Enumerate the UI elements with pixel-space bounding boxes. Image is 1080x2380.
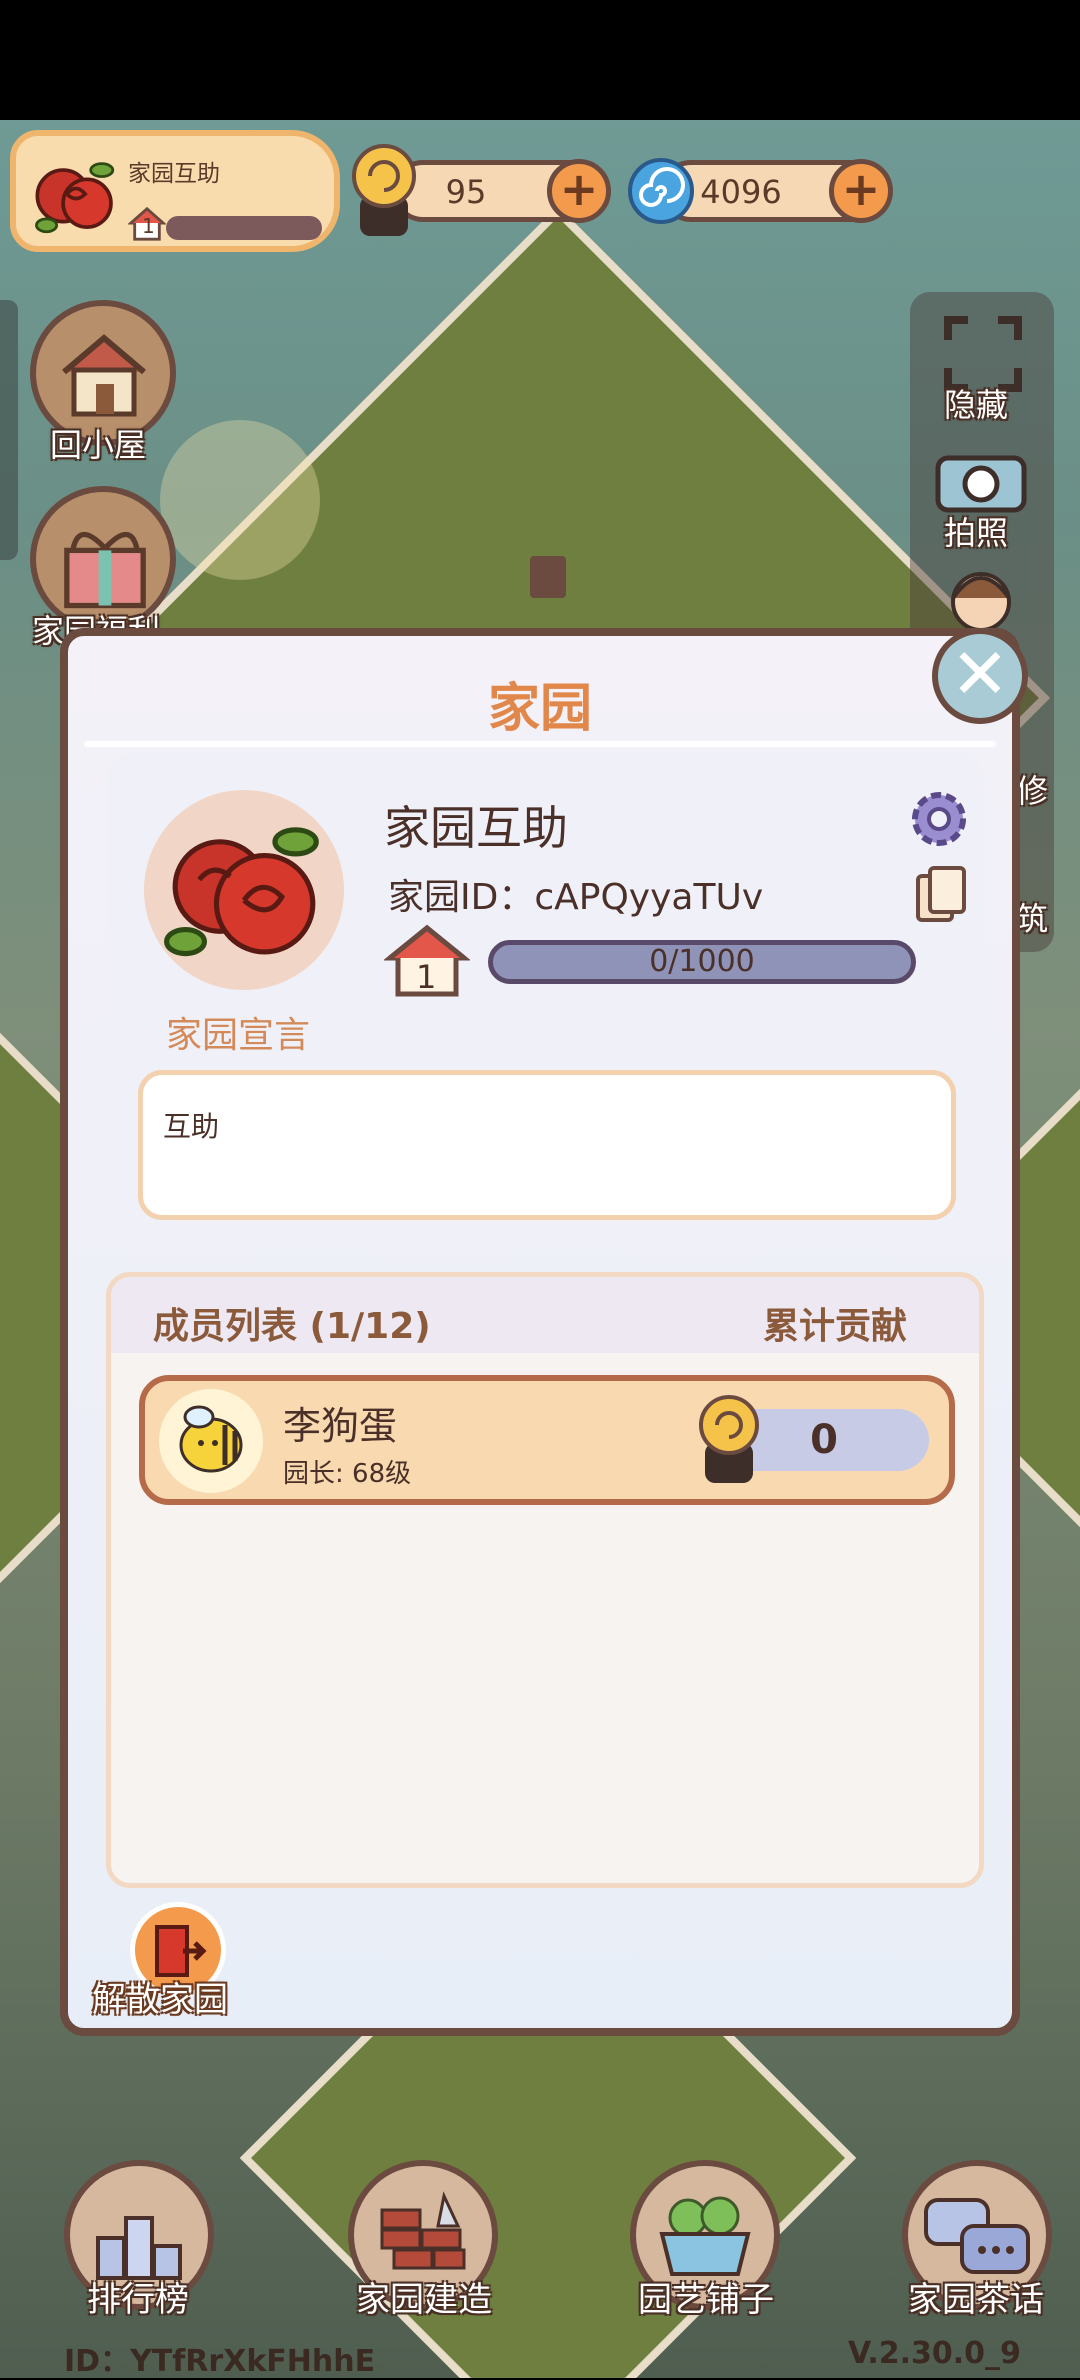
nav-chat-label: 家园茶话 bbox=[908, 2280, 1044, 2320]
add-spiral-coin-button[interactable]: + bbox=[829, 159, 893, 223]
sun-glow bbox=[160, 420, 320, 580]
rose-icon bbox=[35, 162, 115, 234]
copy-icon[interactable] bbox=[914, 864, 968, 924]
home-dialog: 家园 家园互助 家园ID：cAPQyyaTUv 1 0/1000 家园宣言 互助… bbox=[60, 628, 1020, 2036]
declaration-box[interactable]: 互助 bbox=[138, 1070, 956, 1220]
bee-icon bbox=[179, 1405, 243, 1473]
photo-label: 拍照 bbox=[944, 514, 1009, 552]
trophy-podium-icon bbox=[96, 2216, 182, 2280]
brick-trowel-icon bbox=[380, 2191, 466, 2270]
nav-ranking-label: 排行榜 bbox=[87, 2280, 189, 2320]
version-label: V.2.30.0_9 bbox=[848, 2336, 1021, 2371]
nav-build-label: 家园建造 bbox=[356, 2280, 492, 2320]
house-icon bbox=[62, 334, 146, 417]
home-name-title: 家园互助 bbox=[384, 801, 568, 855]
decorate-label: 修 bbox=[1016, 772, 1049, 810]
chat-bubbles-icon bbox=[924, 2198, 1030, 2274]
home-level: 1 bbox=[416, 958, 437, 996]
home-exp-bar: 0/1000 bbox=[488, 940, 916, 984]
home-level: 1 bbox=[142, 214, 155, 238]
gift-icon bbox=[64, 531, 146, 609]
build-label: 筑 bbox=[1016, 900, 1049, 938]
member-list-header: 成员列表 (1/12) 累计贡献 bbox=[111, 1277, 979, 1353]
gear-icon[interactable] bbox=[906, 786, 972, 852]
left-drawer-tab[interactable] bbox=[0, 300, 18, 560]
camera-icon[interactable] bbox=[932, 446, 1030, 516]
home-info-card: 家园互助 家园ID：cAPQyyaTUv 1 0/1000 家园宣言 互助 bbox=[106, 754, 984, 1242]
member-name: 李狗蛋 bbox=[283, 1404, 398, 1448]
rose-icon bbox=[164, 827, 319, 957]
member-role: 园长: 68级 bbox=[283, 1459, 412, 1489]
snail-coin-icon bbox=[699, 1395, 759, 1483]
declaration-label: 家园宣言 bbox=[166, 1015, 311, 1056]
hide-label: 隐藏 bbox=[944, 386, 1009, 424]
back-home-label: 回小屋 bbox=[50, 426, 147, 464]
member-avatar bbox=[159, 1389, 263, 1493]
user-id: ID：YTfRrXkFHhhE bbox=[64, 2344, 376, 2379]
snail-coin-counter: 95 + bbox=[392, 159, 611, 223]
signpost-icon bbox=[530, 556, 566, 598]
home-exp-bar bbox=[166, 216, 322, 240]
contribution-title: 累计贡献 bbox=[762, 1306, 907, 1347]
flower-basket-icon bbox=[659, 2196, 751, 2276]
add-snail-coin-button[interactable]: + bbox=[547, 159, 611, 223]
dialog-title: 家园 bbox=[487, 679, 592, 739]
member-row[interactable]: 李狗蛋 园长: 68级 0 bbox=[139, 1375, 955, 1505]
spiral-coin-icon bbox=[628, 158, 694, 224]
home-badge[interactable]: 家园互助 1 bbox=[10, 130, 340, 252]
close-button[interactable]: ✕ bbox=[932, 628, 1028, 724]
character-icon[interactable] bbox=[938, 562, 1024, 628]
dissolve-home-button[interactable]: 解散家园 bbox=[92, 1902, 282, 2032]
nav-shop-label: 园艺铺子 bbox=[638, 2280, 774, 2320]
home-avatar bbox=[144, 790, 344, 990]
dissolve-home-label: 解散家园 bbox=[92, 1980, 228, 2020]
snail-coin-icon bbox=[352, 144, 416, 236]
home-name: 家园互助 bbox=[128, 161, 220, 187]
member-list-title: 成员列表 (1/12) bbox=[153, 1306, 431, 1347]
member-list-panel: 成员列表 (1/12) 累计贡献 李狗蛋 园长: 68级 0 bbox=[106, 1272, 984, 1888]
title-divider bbox=[84, 741, 996, 747]
declaration-text: 互助 bbox=[163, 1110, 220, 1143]
home-id: 家园ID：cAPQyyaTUv bbox=[388, 877, 764, 918]
status-bar bbox=[0, 0, 1080, 120]
